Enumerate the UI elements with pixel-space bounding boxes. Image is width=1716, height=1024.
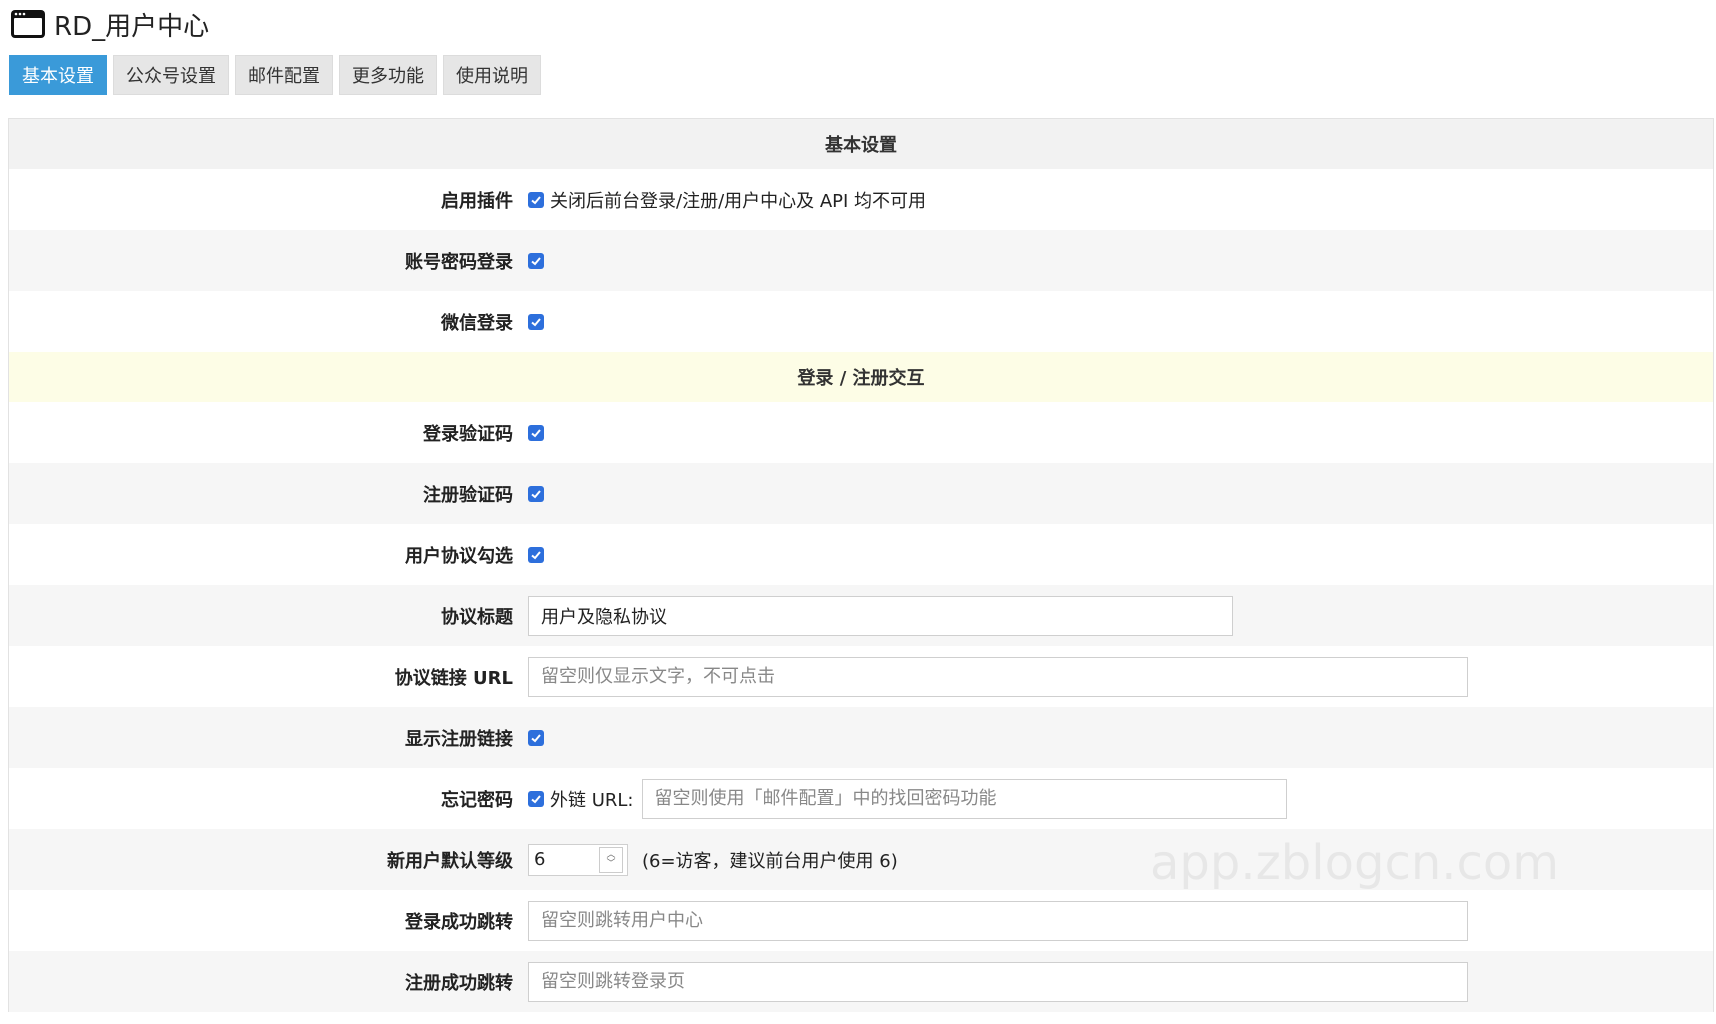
window-icon bbox=[11, 10, 45, 38]
settings-panel: 基本设置 启用插件 关闭后前台登录/注册/用户中心及 API 均不可用 账号密码… bbox=[8, 118, 1714, 1012]
register-redirect-label: 注册成功跳转 bbox=[405, 972, 513, 994]
register-captcha-label: 注册验证码 bbox=[423, 484, 513, 506]
enable-plugin-checkbox[interactable] bbox=[528, 191, 544, 208]
agreement-url-input[interactable] bbox=[528, 656, 1468, 697]
row-login-captcha: 登录验证码 bbox=[9, 402, 1713, 463]
tab-usage-guide[interactable]: 使用说明 bbox=[443, 55, 541, 95]
default-level-stepper[interactable]: 6 ︿ ﹀ bbox=[528, 843, 628, 876]
row-agreement-url: 协议链接 URL bbox=[9, 646, 1713, 707]
wechat-login-label: 微信登录 bbox=[441, 312, 513, 334]
check-icon bbox=[531, 256, 541, 265]
row-show-register-link: 显示注册链接 bbox=[9, 707, 1713, 768]
check-icon bbox=[531, 733, 541, 742]
enable-plugin-label: 启用插件 bbox=[441, 190, 513, 212]
login-redirect-label: 登录成功跳转 bbox=[405, 911, 513, 933]
check-icon bbox=[531, 195, 541, 204]
tab-basic-settings[interactable]: 基本设置 bbox=[9, 55, 107, 95]
forgot-password-url-input[interactable] bbox=[641, 778, 1287, 819]
page-title: RD_用户中心 bbox=[54, 11, 210, 42]
tab-more-features[interactable]: 更多功能 bbox=[339, 55, 437, 95]
wechat-login-checkbox[interactable] bbox=[528, 313, 544, 330]
app-header: RD_用户中心 bbox=[10, 4, 209, 44]
row-enable-plugin: 启用插件 关闭后前台登录/注册/用户中心及 API 均不可用 bbox=[9, 169, 1713, 230]
default-level-note: (6=访客，建议前台用户使用 6) bbox=[642, 850, 898, 872]
login-redirect-input[interactable] bbox=[528, 900, 1468, 941]
tab-official-account[interactable]: 公众号设置 bbox=[113, 55, 229, 95]
agreement-check-checkbox[interactable] bbox=[528, 546, 544, 563]
agreement-title-label: 协议标题 bbox=[441, 606, 513, 628]
external-url-label: 外链 URL: bbox=[550, 789, 634, 811]
check-icon bbox=[531, 794, 541, 803]
forgot-password-label: 忘记密码 bbox=[441, 789, 513, 811]
show-register-link-label: 显示注册链接 bbox=[405, 728, 513, 750]
register-captcha-checkbox[interactable] bbox=[528, 485, 544, 502]
enable-plugin-hint: 关闭后前台登录/注册/用户中心及 API 均不可用 bbox=[550, 190, 927, 212]
row-forgot-password: 忘记密码 外链 URL: bbox=[9, 768, 1713, 829]
password-login-checkbox[interactable] bbox=[528, 252, 544, 269]
password-login-label: 账号密码登录 bbox=[405, 251, 513, 273]
row-register-captcha: 注册验证码 bbox=[9, 463, 1713, 524]
default-level-value: 6 bbox=[534, 849, 546, 870]
row-agreement-title: 协议标题 bbox=[9, 585, 1713, 646]
row-wechat-login: 微信登录 bbox=[9, 291, 1713, 352]
row-agreement-check: 用户协议勾选 bbox=[9, 524, 1713, 585]
check-icon bbox=[531, 489, 541, 498]
agreement-check-label: 用户协议勾选 bbox=[405, 545, 513, 567]
agreement-url-label: 协议链接 URL bbox=[394, 667, 513, 689]
stepper-spin-icon[interactable]: ︿ ﹀ bbox=[599, 846, 623, 873]
section-basic-title: 基本设置 bbox=[825, 135, 897, 156]
login-captcha-label: 登录验证码 bbox=[423, 423, 513, 445]
section-interaction: 登录 / 注册交互 bbox=[9, 352, 1713, 402]
section-basic: 基本设置 bbox=[9, 119, 1713, 169]
check-icon bbox=[531, 550, 541, 559]
check-icon bbox=[531, 317, 541, 326]
register-redirect-input[interactable] bbox=[528, 961, 1468, 1002]
show-register-link-checkbox[interactable] bbox=[528, 729, 544, 746]
check-icon bbox=[531, 428, 541, 437]
agreement-title-input[interactable] bbox=[528, 595, 1233, 636]
section-interaction-title: 登录 / 注册交互 bbox=[797, 368, 925, 389]
login-captcha-checkbox[interactable] bbox=[528, 424, 544, 441]
default-level-label: 新用户默认等级 bbox=[387, 850, 513, 872]
row-default-level: 新用户默认等级 6 ︿ ﹀ (6=访客，建议前台用户使用 6) bbox=[9, 829, 1713, 890]
row-password-login: 账号密码登录 bbox=[9, 230, 1713, 291]
forgot-password-checkbox[interactable] bbox=[528, 790, 544, 807]
row-register-redirect: 注册成功跳转 bbox=[9, 951, 1713, 1012]
row-login-redirect: 登录成功跳转 bbox=[9, 890, 1713, 951]
tab-mail-config[interactable]: 邮件配置 bbox=[235, 55, 333, 95]
tab-bar: 基本设置 公众号设置 邮件配置 更多功能 使用说明 bbox=[9, 55, 541, 95]
